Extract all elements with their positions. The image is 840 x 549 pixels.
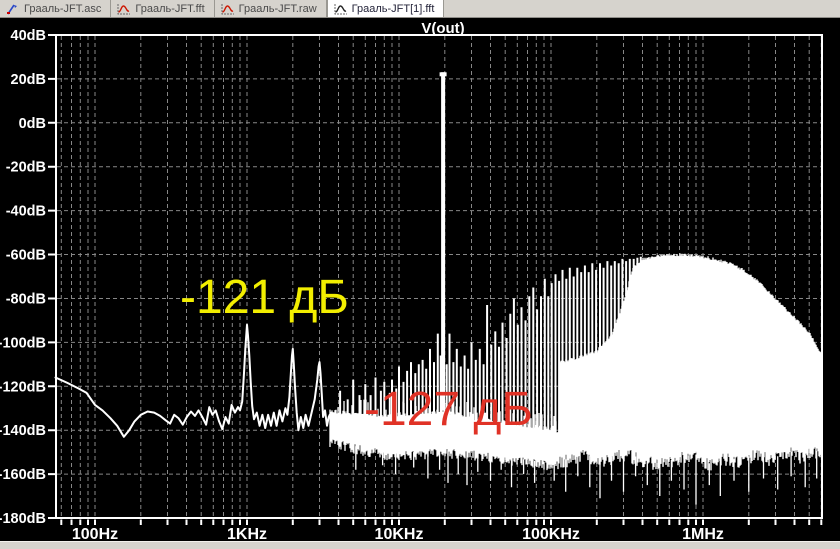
svg-text:-20dB: -20dB [6, 160, 46, 176]
ltspice-window: Грааль-JFT.asc Грааль-JFT.fft Грааль-JFT… [0, 0, 840, 549]
y-axis-labels: 40dB 20dB 0dB -20dB -40dB -60dB -80dB -100dB -12… [0, 28, 46, 527]
svg-text:-80dB: -80dB [6, 292, 46, 308]
waveform-icon [221, 3, 235, 15]
status-bar [0, 541, 840, 549]
annotation-noise-level: -127 дБ [364, 383, 533, 436]
svg-text:20dB: 20dB [11, 72, 46, 88]
tab-label: Грааль-JFT.fft [135, 2, 205, 15]
spectrum-trace [54, 323, 331, 438]
tab-fft[interactable]: Грааль-JFT.fft [111, 0, 215, 17]
fft-plot-area[interactable]: 40dB 20dB 0dB -20dB -40dB -60dB -80dB -100dB -12… [0, 18, 840, 549]
tab-fft-1[interactable]: Грааль-JFT[1].fft [326, 0, 445, 17]
svg-text:-160dB: -160dB [0, 467, 46, 483]
svg-text:40dB: 40dB [11, 28, 46, 44]
schematic-icon [6, 3, 20, 15]
annotation-harmonic-level: -121 дБ [180, 271, 349, 324]
waveform-icon [334, 3, 348, 15]
tab-label: Грааль-JFT[1].fft [351, 2, 435, 15]
waveform-icon [117, 3, 131, 15]
svg-text:-40dB: -40dB [6, 204, 46, 220]
svg-text:-140dB: -140dB [0, 423, 46, 439]
svg-text:0dB: 0dB [19, 116, 46, 132]
svg-text:-60dB: -60dB [6, 248, 46, 264]
svg-text:-180dB: -180dB [0, 511, 46, 527]
tab-label: Грааль-JFT.raw [238, 2, 317, 15]
tab-label: Грааль-JFT.asc [24, 2, 102, 15]
tab-asc[interactable]: Грааль-JFT.asc [0, 0, 112, 17]
carrier-spike-cap [439, 72, 447, 77]
svg-text:-100dB: -100dB [0, 335, 46, 351]
tab-raw[interactable]: Грааль-JFT.raw [214, 0, 327, 17]
tab-bar: Грааль-JFT.asc Грааль-JFT.fft Грааль-JFT… [0, 0, 840, 18]
svg-text:-120dB: -120dB [0, 379, 46, 395]
